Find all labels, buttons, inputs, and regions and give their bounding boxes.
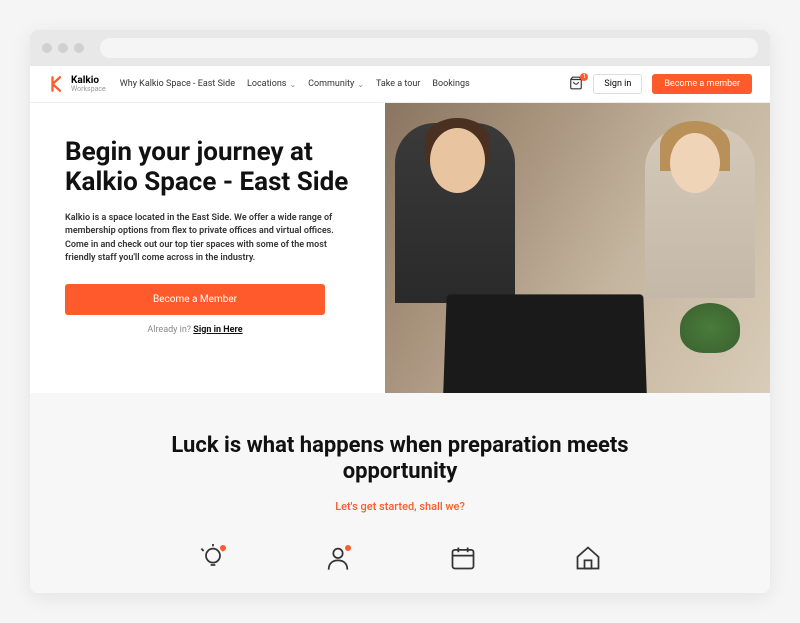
already-in-text: Already in? Sign in Here (65, 325, 325, 335)
cart-icon[interactable]: 1 (569, 76, 583, 93)
lightbulb-icon[interactable] (198, 543, 228, 573)
quote-subtitle: Let's get started, shall we? (60, 500, 740, 513)
feature-icons (150, 543, 650, 573)
top-nav: Kalkio Workspace Why Kalkio Space - East… (30, 66, 770, 103)
chevron-down-icon: ⌄ (289, 80, 296, 89)
nav-right: 1 Sign in Become a member (569, 74, 752, 94)
browser-chrome (30, 30, 770, 66)
active-indicator (220, 545, 226, 551)
quote-title: Luck is what happens when preparation me… (150, 433, 650, 486)
logo-icon (48, 75, 66, 93)
hero-cta-button[interactable]: Become a Member (65, 284, 325, 315)
brand-sub: Workspace (71, 86, 106, 93)
active-indicator (345, 545, 351, 551)
nav-item-tour[interactable]: Take a tour (376, 79, 420, 89)
signin-button[interactable]: Sign in (593, 74, 642, 94)
plant-illustration (680, 303, 740, 373)
window-dot (58, 43, 68, 53)
logo[interactable]: Kalkio Workspace (48, 75, 106, 93)
nav-item-bookings[interactable]: Bookings (432, 79, 469, 89)
window-dot (42, 43, 52, 53)
home-icon[interactable] (573, 543, 603, 573)
hero-image (385, 103, 770, 393)
become-member-button[interactable]: Become a member (652, 74, 752, 94)
person-illustration (670, 133, 720, 193)
browser-window: Kalkio Workspace Why Kalkio Space - East… (30, 30, 770, 593)
window-dot (74, 43, 84, 53)
nav-item-community[interactable]: Community⌄ (308, 79, 364, 89)
url-bar[interactable] (100, 38, 758, 58)
signin-here-link[interactable]: Sign in Here (193, 325, 242, 335)
nav-item-why[interactable]: Why Kalkio Space - East Side (120, 79, 235, 89)
hero-content: Begin your journey at Kalkio Space - Eas… (30, 103, 385, 393)
hero-title: Begin your journey at Kalkio Space - Eas… (65, 138, 365, 198)
cart-badge: 1 (580, 73, 588, 81)
person-illustration (430, 128, 485, 193)
calendar-icon[interactable] (448, 543, 478, 573)
quote-section: Luck is what happens when preparation me… (30, 393, 770, 593)
laptop-illustration (443, 294, 647, 393)
nav-links: Why Kalkio Space - East Side Locations⌄ … (120, 79, 556, 89)
hero-description: Kalkio is a space located in the East Si… (65, 212, 355, 266)
chevron-down-icon: ⌄ (357, 80, 364, 89)
person-icon[interactable] (323, 543, 353, 573)
brand-name: Kalkio (71, 76, 106, 86)
nav-item-locations[interactable]: Locations⌄ (247, 79, 296, 89)
hero-section: Begin your journey at Kalkio Space - Eas… (30, 103, 770, 393)
